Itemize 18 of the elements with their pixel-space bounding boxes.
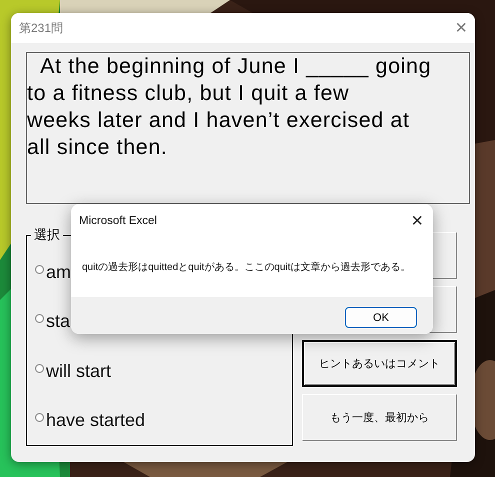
option-label: will start bbox=[46, 360, 112, 382]
message-box-title: Microsoft Excel bbox=[79, 215, 157, 227]
question-text: At the beginning of June I _____ going to a fitness club, but I quit a few weeks later and I haven’t exercised at all since then. bbox=[26, 52, 470, 204]
command-button[interactable]: ヒントあるいはコメント bbox=[302, 340, 457, 387]
command-button[interactable]: もう一度、最初から bbox=[302, 394, 457, 441]
radio-button[interactable] bbox=[35, 364, 44, 373]
option-label: have started bbox=[46, 410, 146, 431]
radio-button[interactable] bbox=[35, 314, 44, 324]
window-title: 第231問 bbox=[19, 20, 64, 36]
radio-button[interactable] bbox=[35, 412, 44, 422]
ok-button[interactable]: OK bbox=[345, 307, 417, 328]
close-icon[interactable]: × bbox=[411, 211, 423, 231]
option-label: sta bbox=[46, 311, 70, 332]
group-label: 選択 bbox=[33, 226, 61, 244]
close-icon[interactable]: × bbox=[455, 18, 467, 38]
message-text: quitの過去形はquittedとquitがある。ここのquitは文章から過去形である。 bbox=[82, 260, 410, 275]
radio-button[interactable] bbox=[35, 265, 44, 274]
option-label: am bbox=[46, 262, 72, 284]
